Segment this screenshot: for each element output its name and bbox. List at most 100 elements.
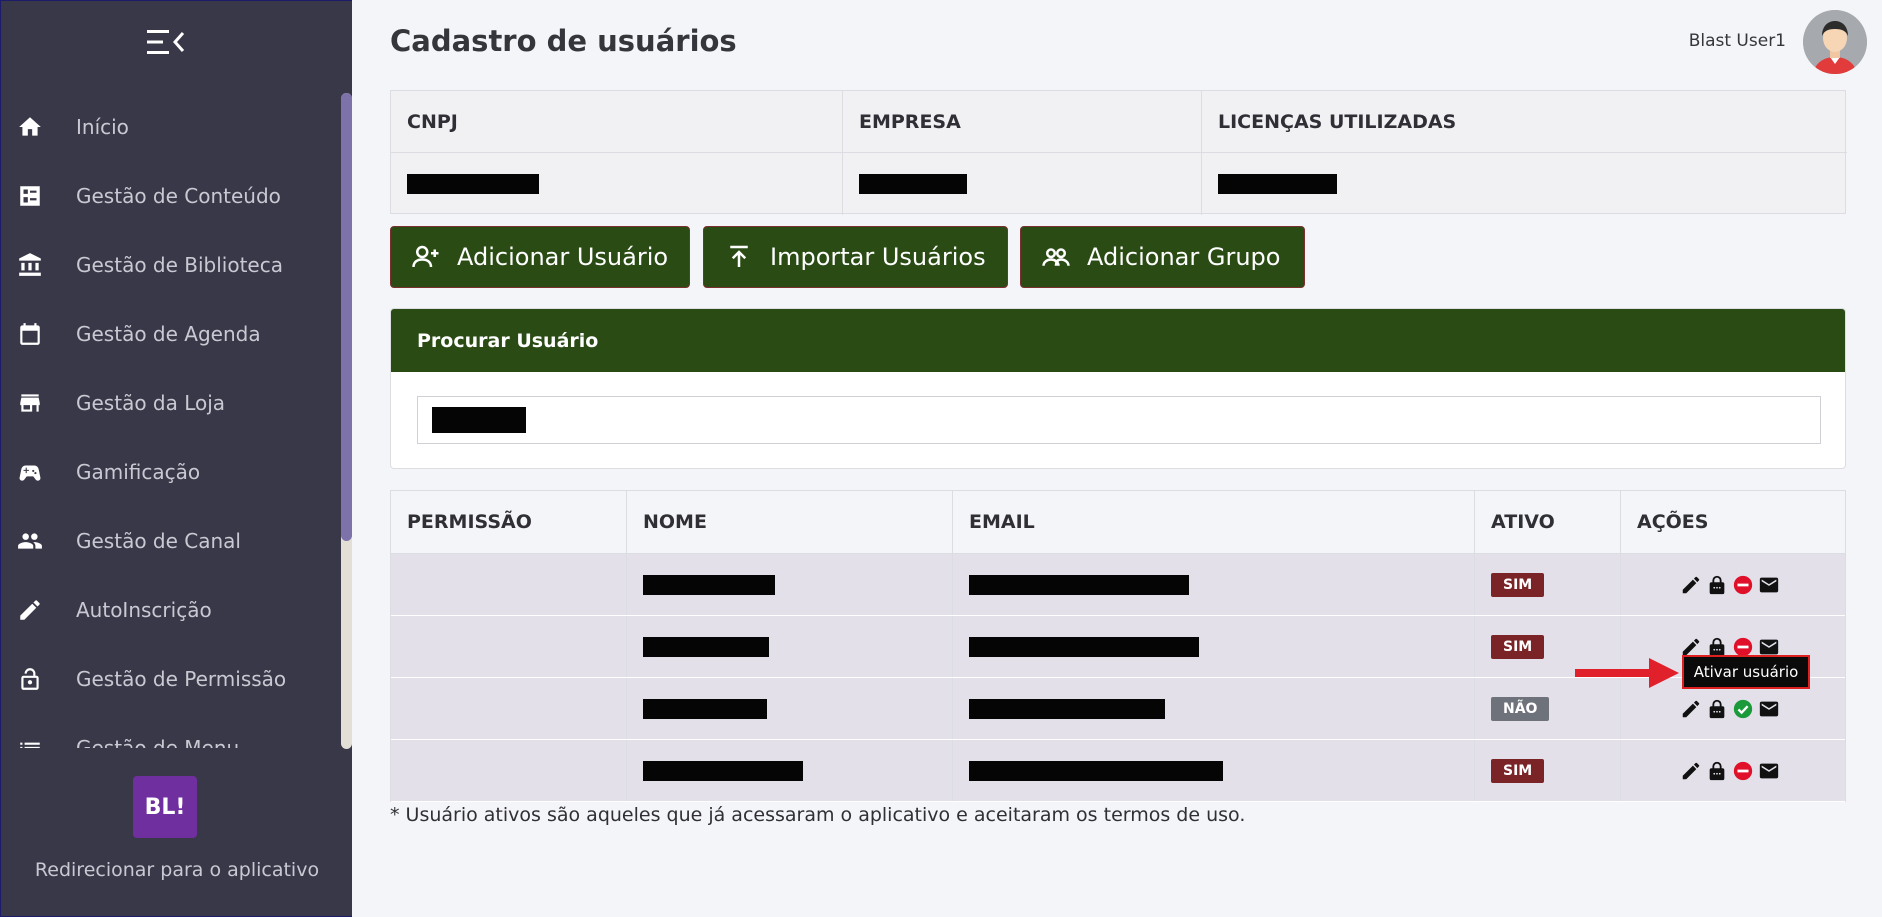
name-cell bbox=[627, 678, 953, 739]
permission-cell bbox=[391, 616, 627, 677]
sidebar-nav: Início Gestão de Conteúdo Gestão de Bibl… bbox=[1, 92, 341, 748]
redirect-to-app-link[interactable]: Redirecionar para o aplicativo bbox=[1, 859, 353, 881]
name-cell bbox=[627, 740, 953, 801]
sidebar-item-gamificacao[interactable]: Gamificação bbox=[1, 437, 341, 506]
app-logo[interactable]: BL! bbox=[133, 776, 197, 838]
sidebar-item-menu[interactable]: Gestão de Menu bbox=[1, 713, 341, 748]
active-users-footnote: * Usuário ativos são aqueles que já aces… bbox=[390, 804, 1246, 826]
sidebar: Início Gestão de Conteúdo Gestão de Bibl… bbox=[0, 0, 352, 917]
block-user-icon[interactable] bbox=[1731, 759, 1755, 783]
status-badge: SIM bbox=[1491, 572, 1545, 597]
avatar[interactable] bbox=[1803, 10, 1867, 74]
redacted-text bbox=[432, 407, 526, 433]
store-icon bbox=[15, 388, 45, 418]
library-icon bbox=[15, 250, 45, 280]
sidebar-item-label: Início bbox=[76, 114, 129, 139]
email-cell bbox=[953, 554, 1475, 615]
menu-collapse-icon[interactable] bbox=[145, 27, 187, 57]
add-user-icon bbox=[412, 245, 439, 268]
redacted-text bbox=[969, 698, 1165, 719]
lock-icon[interactable] bbox=[1705, 697, 1729, 721]
activate-user-tooltip: Ativar usuário bbox=[1682, 655, 1810, 689]
redacted-text bbox=[969, 636, 1199, 657]
status-badge: NÃO bbox=[1491, 696, 1550, 721]
mail-icon[interactable] bbox=[1757, 573, 1781, 597]
redacted-text bbox=[407, 174, 539, 194]
sidebar-item-loja[interactable]: Gestão da Loja bbox=[1, 368, 341, 437]
sidebar-item-label: Gamificação bbox=[76, 459, 201, 484]
activate-user-icon[interactable] bbox=[1731, 697, 1755, 721]
edit-icon[interactable] bbox=[1679, 697, 1703, 721]
table-row: SIM bbox=[391, 740, 1845, 802]
company-header-cnpj: CNPJ bbox=[391, 91, 843, 153]
mail-icon[interactable] bbox=[1757, 697, 1781, 721]
permission-cell bbox=[391, 554, 627, 615]
sidebar-item-label: Gestão de Permissão bbox=[76, 666, 287, 691]
sidebar-item-permissao[interactable]: Gestão de Permissão bbox=[1, 644, 341, 713]
company-cnpj-value bbox=[391, 153, 843, 215]
edit-icon[interactable] bbox=[1679, 573, 1703, 597]
add-user-button[interactable]: Adicionar Usuário bbox=[390, 226, 690, 288]
column-header-nome: NOME bbox=[627, 491, 953, 553]
redacted-text bbox=[969, 574, 1189, 595]
search-input[interactable] bbox=[417, 396, 1821, 444]
sidebar-scrollbar[interactable] bbox=[341, 93, 352, 749]
calendar-icon bbox=[15, 319, 45, 349]
sidebar-item-canal[interactable]: Gestão de Canal bbox=[1, 506, 341, 575]
users-table: PERMISSÃO NOME EMAIL ATIVO AÇÕES SIM SIM bbox=[390, 490, 1846, 802]
sidebar-item-label: Gestão de Agenda bbox=[76, 321, 261, 346]
sidebar-item-biblioteca[interactable]: Gestão de Biblioteca bbox=[1, 230, 341, 299]
actions-cell bbox=[1621, 740, 1847, 801]
import-users-label: Importar Usuários bbox=[770, 243, 986, 271]
sidebar-item-label: AutoInscrição bbox=[76, 597, 212, 622]
search-user-title: Procurar Usuário bbox=[391, 309, 1845, 372]
sidebar-item-label: Gestão de Menu bbox=[76, 735, 240, 749]
search-user-panel: Procurar Usuário bbox=[390, 308, 1846, 469]
redacted-text bbox=[643, 760, 803, 781]
email-cell bbox=[953, 616, 1475, 677]
permission-cell bbox=[391, 678, 627, 739]
company-info-table: CNPJ EMPRESA LICENÇAS UTILIZADAS bbox=[390, 90, 1847, 215]
email-cell bbox=[953, 678, 1475, 739]
lock-icon[interactable] bbox=[1705, 759, 1729, 783]
upload-icon bbox=[730, 245, 748, 267]
import-users-button[interactable]: Importar Usuários bbox=[703, 226, 1008, 288]
company-licencas-value bbox=[1202, 153, 1847, 215]
email-cell bbox=[953, 740, 1475, 801]
block-user-icon[interactable] bbox=[1731, 573, 1755, 597]
content-icon bbox=[15, 181, 45, 211]
sidebar-item-inicio[interactable]: Início bbox=[1, 92, 341, 161]
sidebar-item-conteudo[interactable]: Gestão de Conteúdo bbox=[1, 161, 341, 230]
list-icon bbox=[15, 733, 45, 748]
user-name: Blast User1 bbox=[1688, 31, 1786, 51]
lock-icon[interactable] bbox=[1705, 573, 1729, 597]
sidebar-item-agenda[interactable]: Gestão de Agenda bbox=[1, 299, 341, 368]
status-badge: SIM bbox=[1491, 634, 1545, 659]
sidebar-item-label: Gestão de Canal bbox=[76, 528, 241, 553]
sidebar-item-autoinscricao[interactable]: AutoInscrição bbox=[1, 575, 341, 644]
edit-icon[interactable] bbox=[1679, 759, 1703, 783]
add-group-button[interactable]: Adicionar Grupo bbox=[1020, 226, 1305, 288]
redacted-text bbox=[859, 174, 967, 194]
name-cell bbox=[627, 554, 953, 615]
redacted-text bbox=[643, 636, 769, 657]
actions-cell bbox=[1621, 554, 1847, 615]
home-icon bbox=[15, 112, 45, 142]
column-header-permissao: PERMISSÃO bbox=[391, 491, 627, 553]
mail-icon[interactable] bbox=[1757, 759, 1781, 783]
redacted-text bbox=[969, 760, 1223, 781]
column-header-email: EMAIL bbox=[953, 491, 1475, 553]
gamepad-icon bbox=[15, 457, 45, 487]
lock-icon bbox=[15, 664, 45, 694]
sidebar-item-label: Gestão da Loja bbox=[76, 390, 226, 415]
active-cell: SIM bbox=[1475, 740, 1621, 801]
pencil-icon bbox=[15, 595, 45, 625]
redacted-text bbox=[643, 698, 767, 719]
redacted-text bbox=[1218, 174, 1337, 194]
sidebar-item-label: Gestão de Conteúdo bbox=[76, 183, 281, 208]
sidebar-scroll-thumb[interactable] bbox=[341, 93, 352, 541]
permission-cell bbox=[391, 740, 627, 801]
page-title: Cadastro de usuários bbox=[390, 24, 737, 58]
annotation-arrow-icon bbox=[1575, 658, 1679, 688]
company-empresa-value bbox=[843, 153, 1202, 215]
